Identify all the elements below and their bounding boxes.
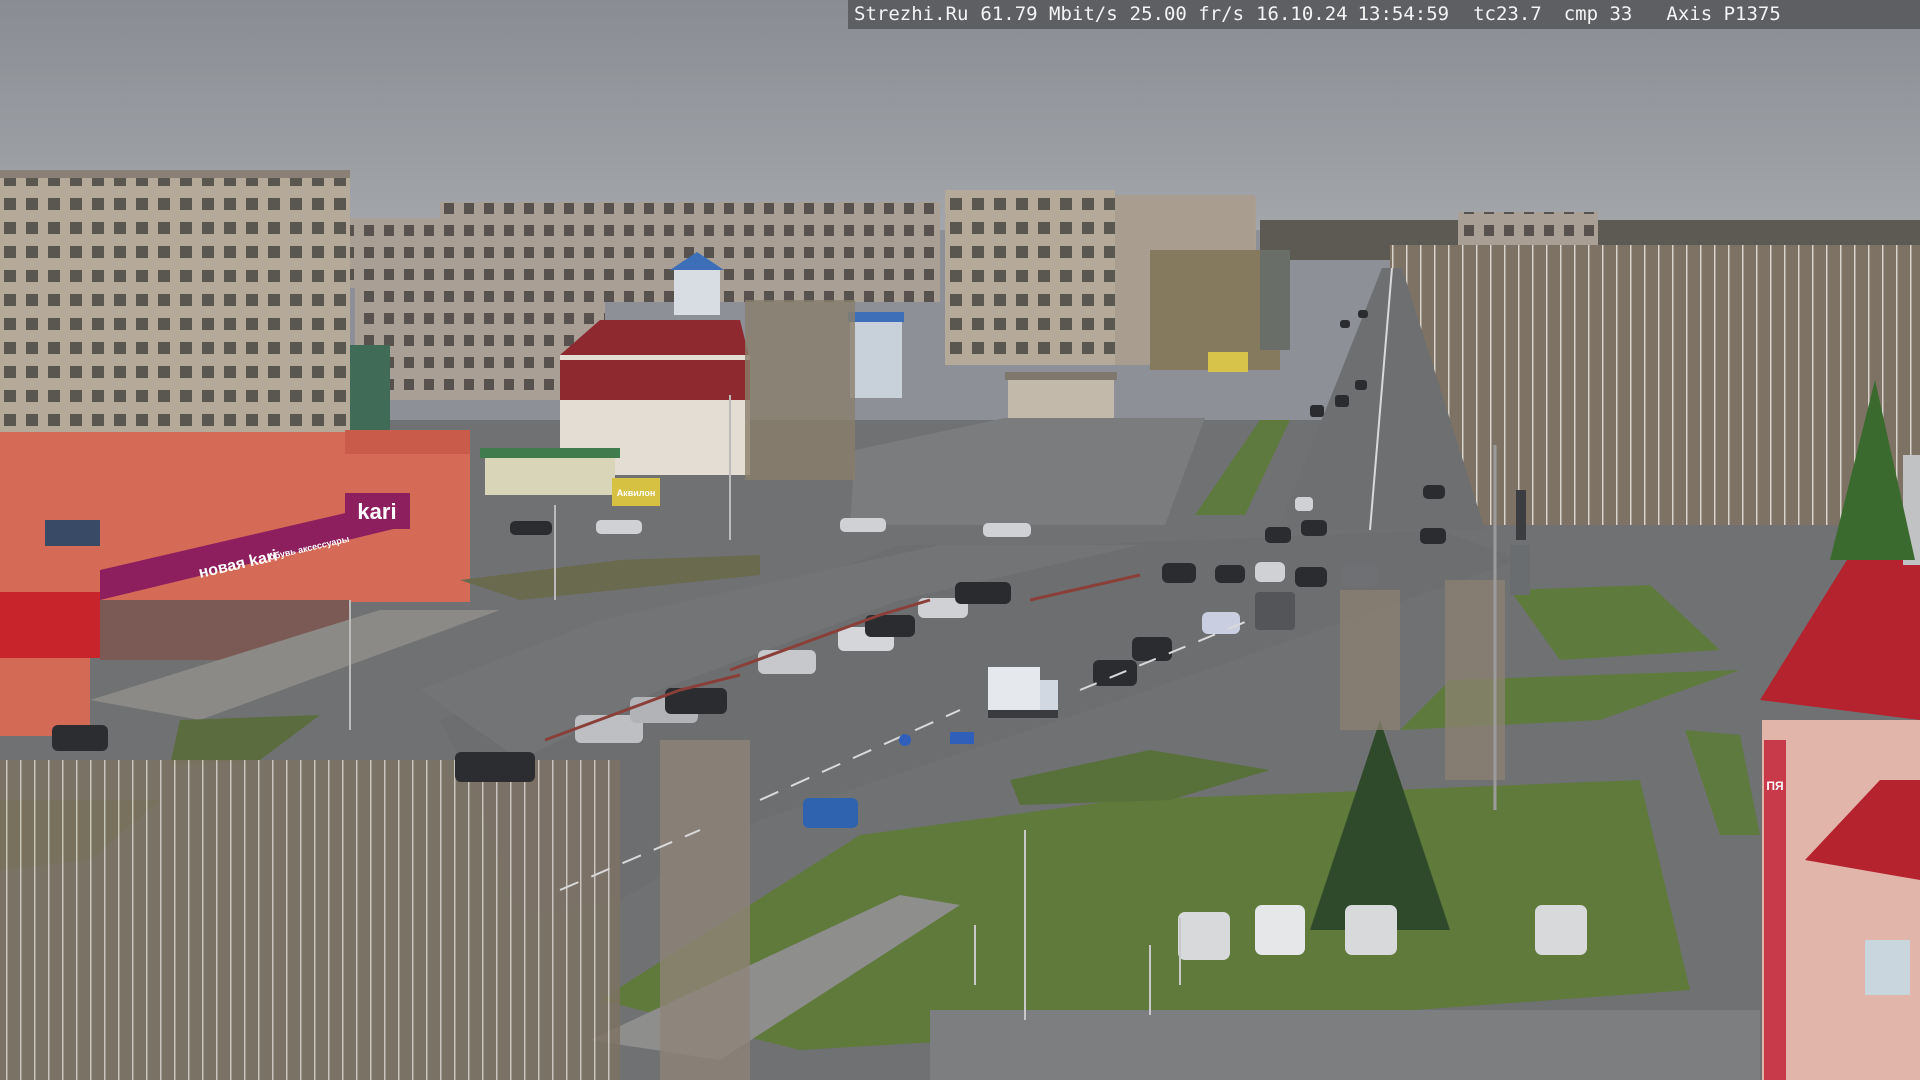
bare-tree-island <box>1340 590 1400 730</box>
overlay-tc: tc23.7 <box>1473 3 1542 25</box>
right-building-window <box>1865 940 1910 995</box>
car <box>1342 565 1378 587</box>
bare-tree-foreground-center <box>660 740 750 1080</box>
road-sign-blue <box>950 732 974 744</box>
car <box>983 523 1031 537</box>
car-avenue <box>1310 405 1324 417</box>
blue-building <box>850 318 902 398</box>
car-avenue <box>1358 310 1368 318</box>
overlay-camera-model: Axis P1375 <box>1666 3 1781 25</box>
overlay-cmp: cmp 33 <box>1563 3 1633 25</box>
car <box>803 798 858 828</box>
car <box>1255 562 1285 582</box>
monument-statue <box>1516 490 1526 540</box>
camera-info-overlay: Strezhi.Ru 61.79 Mbit/s 25.00 fr/s 16.10… <box>848 0 1920 29</box>
kari-logo-text: kari <box>357 499 396 524</box>
overlay-fps: 25.00 fr/s <box>1129 3 1245 25</box>
overlay-date: 16.10.24 <box>1256 3 1348 25</box>
car <box>1162 563 1196 583</box>
car <box>1255 905 1305 955</box>
car <box>840 518 886 532</box>
car <box>955 582 1011 604</box>
apartment-block-distant-4 <box>1458 212 1598 246</box>
apartment-block-distant-1 <box>350 218 440 288</box>
red-roof-building-band <box>560 360 750 400</box>
monument-pedestal <box>1510 545 1530 595</box>
bare-trees-plaza <box>745 300 855 480</box>
shop-pavilion <box>485 455 615 495</box>
car <box>596 520 642 534</box>
delivery-truck-cab <box>1040 680 1058 710</box>
car <box>1345 905 1397 955</box>
car <box>1301 520 1327 536</box>
blue-roof-tower-body <box>674 270 720 315</box>
car-avenue <box>1340 320 1350 328</box>
shop-pavilion-roof <box>480 448 620 458</box>
car <box>1265 527 1291 543</box>
car <box>455 752 535 782</box>
kari-store-top <box>345 430 470 454</box>
delivery-truck-base <box>988 710 1058 718</box>
car <box>758 650 816 674</box>
car <box>52 725 108 751</box>
car <box>1423 485 1445 499</box>
car <box>1215 565 1245 583</box>
mid-building-green-gable <box>350 345 390 430</box>
low-building-center <box>1008 378 1114 420</box>
car-avenue <box>1355 380 1367 390</box>
car <box>1132 637 1172 661</box>
overlay-bitrate: 61.79 Mbit/s <box>980 3 1118 25</box>
car <box>1202 612 1240 634</box>
low-building-center-roof <box>1005 372 1117 380</box>
car-avenue <box>1335 395 1349 407</box>
car <box>1420 528 1446 544</box>
bare-trees-foreground-left <box>0 760 620 1080</box>
road-sign-round <box>899 734 911 746</box>
overlay-time: 13:54:59 <box>1357 3 1450 25</box>
blue-building-roof <box>848 312 904 322</box>
car <box>1535 905 1587 955</box>
red-corner-canopy <box>0 592 100 658</box>
overlay-site: Strezhi.Ru <box>854 3 969 25</box>
pharmacy-sign-text: ПЯ <box>1766 779 1783 793</box>
billboard-yellow <box>1208 352 1248 372</box>
car <box>1295 497 1313 511</box>
parking-bottom <box>930 1010 1760 1080</box>
left-apartment-roof <box>0 170 350 178</box>
kari-store-sign-dark <box>45 520 100 546</box>
delivery-truck-box <box>988 667 1040 713</box>
car <box>1295 567 1327 587</box>
central-tower-building <box>945 190 1115 365</box>
forest-road-edge <box>1260 250 1290 350</box>
car <box>1178 912 1230 960</box>
car <box>1093 660 1137 686</box>
webcam-scene: Аквилон kari новая kari обувь аксессуары… <box>0 0 1920 1080</box>
red-corner-wall <box>0 658 90 736</box>
car <box>510 521 552 535</box>
akvilon-sign-text: Аквилон <box>617 488 656 498</box>
car <box>1255 592 1295 630</box>
